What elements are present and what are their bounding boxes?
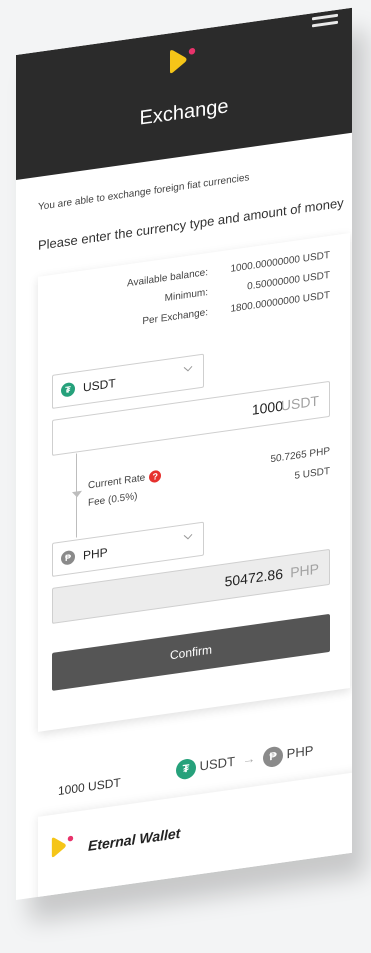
page-title: Exchange [139,95,229,130]
current-rate-text: Current Rate [88,472,146,492]
minimum-value: 0.50000000 USDT [247,269,330,293]
from-currency-label: USDT [83,375,116,395]
available-balance-label: Available balance: [127,267,208,290]
app-header: Exchange [16,7,352,181]
intro-text: You are able to exchange foreign fiat cu… [38,172,250,213]
current-rate-value: 50.7265 PHP [270,445,331,466]
brand-logo-icon [170,48,196,74]
to-amount-unit: PHP [290,560,319,581]
from-amount-unit: USDT [280,392,319,414]
to-currency-select[interactable]: ₱ PHP [52,521,204,577]
exchange-form-card: Available balance: 1000.00000000 USDT Mi… [38,233,350,732]
exchange-page: Exchange You are able to exchange foreig… [16,7,352,901]
php-icon: ₱ [61,549,75,566]
minimum-label: Minimum: [164,287,208,305]
from-amount-value: 1000 [251,397,283,418]
arrow-right-icon: → [242,750,256,768]
help-icon[interactable]: ? [149,469,162,484]
to-amount-value: 50472.86 [224,565,283,590]
per-exchange-value: 1800.00000000 USDT [230,289,330,315]
screen: Exchange You are able to exchange foreig… [0,0,371,953]
usdt-icon: ₮ [176,757,196,781]
usdt-icon: ₮ [61,381,75,398]
wallet-amount: 50472.86 PHP [261,871,346,899]
wallet-logo-icon [51,835,74,858]
php-icon: ₱ [263,745,284,769]
fee-value: 5 USDT [294,465,330,482]
transaction-from: USDT [199,753,235,774]
fee-label: Fee (0.5%) [88,490,138,509]
menu-icon[interactable] [312,10,338,34]
current-rate-label: Current Rate? [88,469,162,492]
transaction-amount: 1000 USDT [58,775,121,799]
transaction-pair: ₮ USDT → ₱ PHP [176,741,314,781]
to-currency-label: PHP [83,545,108,563]
per-exchange-label: Per Exchange: [142,307,208,328]
confirm-button[interactable]: Confirm [52,613,330,691]
chevron-down-icon [183,365,193,372]
transaction-to: PHP [286,742,314,762]
conversion-arrow-icon [72,490,82,499]
from-currency-select[interactable]: ₮ USDT [52,353,204,409]
wallet-name: Eternal Wallet [88,824,181,854]
chevron-down-icon [183,533,193,540]
